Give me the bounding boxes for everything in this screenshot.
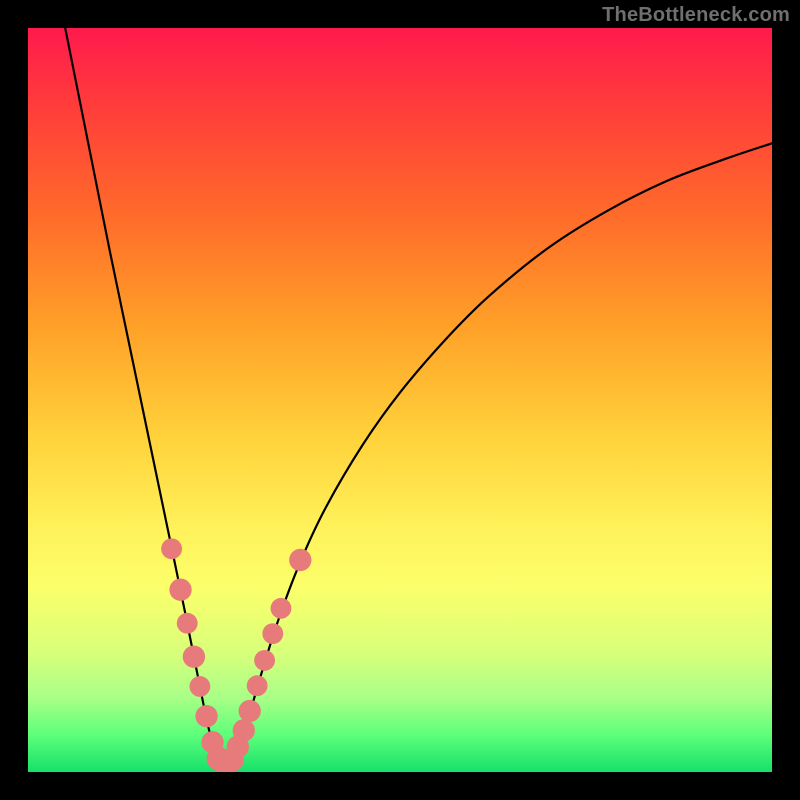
bottleneck-curve-svg: [28, 28, 772, 772]
curve-marker: [233, 719, 255, 741]
curve-marker: [183, 646, 205, 668]
curve-marker: [189, 676, 210, 697]
curve-markers: [161, 538, 311, 772]
curve-marker: [177, 613, 198, 634]
bottleneck-curve: [65, 28, 772, 768]
chart-frame: TheBottleneck.com: [0, 0, 800, 800]
curve-marker: [262, 623, 283, 644]
watermark-text: TheBottleneck.com: [602, 4, 790, 27]
curve-marker: [254, 650, 275, 671]
curve-marker: [247, 675, 268, 696]
curve-marker: [169, 579, 191, 601]
curve-marker: [289, 549, 311, 571]
curve-marker: [239, 700, 261, 722]
curve-marker: [161, 538, 182, 559]
curve-marker: [195, 705, 217, 727]
plot-area: [28, 28, 772, 772]
curve-marker: [271, 598, 292, 619]
